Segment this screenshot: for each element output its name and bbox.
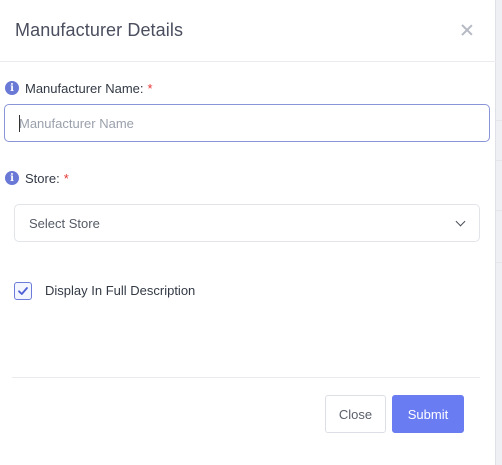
submit-button[interactable]: Submit: [392, 395, 464, 433]
store-select-value: Select Store: [29, 216, 100, 231]
footer-divider: [12, 377, 480, 378]
text-cursor: [19, 115, 20, 132]
close-button[interactable]: Close: [325, 395, 386, 433]
chevron-down-icon: [455, 216, 466, 227]
background-divider: [496, 262, 502, 263]
modal-title: Manufacturer Details: [15, 20, 184, 40]
info-icon: i: [5, 171, 19, 185]
display-in-full-description-label[interactable]: Display In Full Description: [45, 283, 195, 298]
store-label-row: i Store: *: [5, 170, 69, 186]
background-divider: [496, 160, 502, 161]
background-divider: [496, 210, 502, 211]
manufacturer-name-input[interactable]: [4, 104, 490, 142]
check-icon: [18, 287, 28, 295]
close-icon[interactable]: [458, 21, 476, 39]
required-asterisk: *: [147, 80, 153, 96]
required-asterisk: *: [63, 170, 69, 186]
display-in-full-description-checkbox[interactable]: [14, 282, 32, 300]
store-select[interactable]: Select Store: [14, 204, 480, 242]
background-divider: [496, 120, 502, 121]
manufacturer-details-modal: Manufacturer Details i Manufacturer Name…: [0, 0, 496, 465]
manufacturer-name-label: Manufacturer Name:: [25, 80, 144, 96]
info-icon: i: [5, 81, 19, 95]
store-label: Store:: [25, 170, 60, 186]
background-page-edge: [496, 0, 502, 465]
modal-header: Manufacturer Details: [0, 0, 496, 62]
manufacturer-name-label-row: i Manufacturer Name: *: [5, 80, 153, 96]
